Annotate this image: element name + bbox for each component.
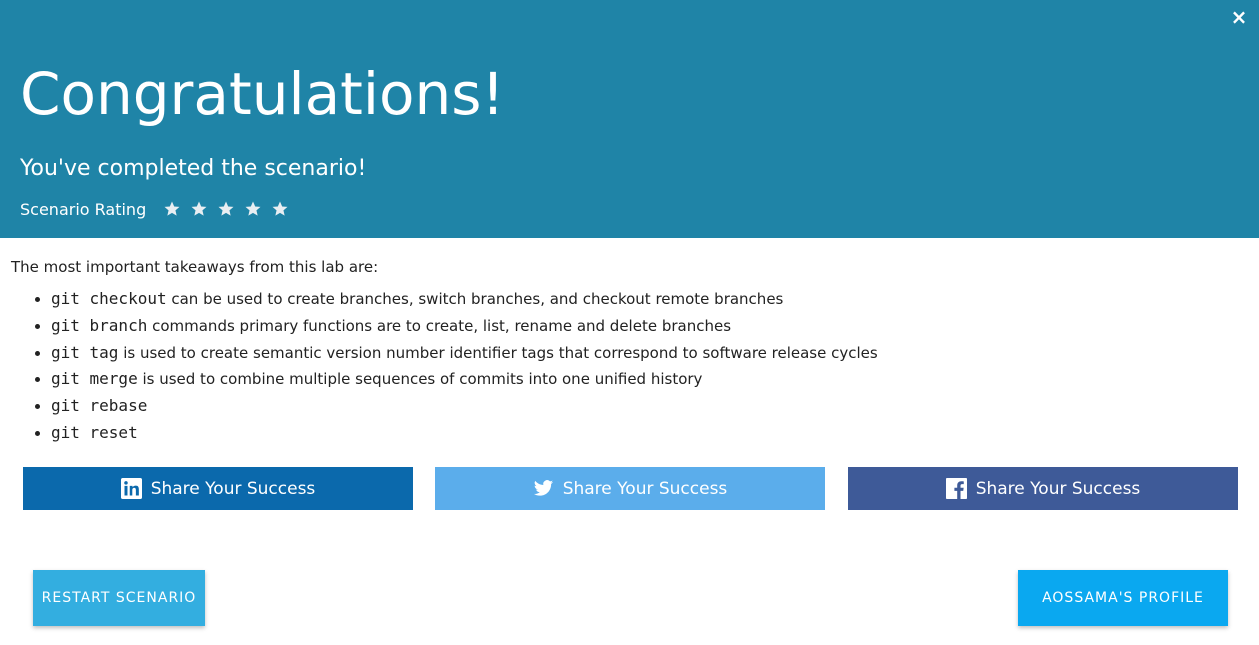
command-code: git merge: [51, 369, 138, 389]
facebook-icon: [945, 478, 967, 499]
list-item: git rebase: [51, 393, 1241, 420]
page-subtitle: You've completed the scenario!: [20, 156, 367, 181]
command-description: commands primary functions are to create…: [147, 316, 732, 335]
share-twitter-button[interactable]: Share Your Success: [435, 467, 825, 510]
command-description: is used to combine multiple sequences of…: [137, 370, 703, 389]
list-item: git checkout can be used to create branc…: [51, 286, 1241, 313]
share-facebook-button[interactable]: Share Your Success: [848, 467, 1238, 510]
share-label: Share Your Success: [562, 478, 728, 499]
command-description: is used to create semantic version numbe…: [118, 343, 878, 362]
command-code: git branch: [51, 315, 148, 335]
congratulations-header: × Congratulations! You've completed the …: [0, 0, 1259, 238]
list-item: git tag is used to create semantic versi…: [51, 340, 1241, 367]
restart-scenario-button[interactable]: Restart Scenario: [33, 570, 205, 626]
share-label: Share Your Success: [975, 478, 1141, 499]
takeaways-intro: The most important takeaways from this l…: [11, 258, 379, 276]
command-code: git reset: [51, 422, 138, 442]
close-icon[interactable]: ×: [1227, 4, 1251, 30]
takeaways-section: The most important takeaways from this l…: [11, 252, 1241, 447]
rating-label: Scenario Rating: [20, 199, 147, 219]
list-item: git merge is used to combine multiple se…: [51, 366, 1241, 393]
command-description: can be used to create branches, switch b…: [166, 290, 784, 308]
linkedin-icon: [120, 478, 142, 499]
share-label: Share Your Success: [150, 478, 316, 499]
profile-button[interactable]: aossama's profile: [1018, 570, 1228, 626]
star-icon[interactable]: [190, 200, 208, 218]
list-item: git branch commands primary functions ar…: [51, 313, 1241, 340]
star-icon[interactable]: [271, 200, 289, 218]
scenario-rating: Scenario Rating: [20, 196, 289, 222]
command-code: git tag: [51, 342, 119, 362]
star-icon[interactable]: [163, 200, 181, 218]
page-title: Congratulations!: [20, 60, 505, 128]
takeaways-list: git checkout can be used to create branc…: [11, 286, 1241, 447]
command-code: git rebase: [51, 396, 148, 416]
command-code: git checkout: [51, 289, 167, 308]
rating-stars: [154, 200, 289, 218]
twitter-icon: [533, 480, 553, 496]
star-icon[interactable]: [244, 200, 262, 218]
star-icon[interactable]: [217, 200, 235, 218]
share-linkedin-button[interactable]: Share Your Success: [23, 467, 413, 510]
list-item: git reset: [51, 420, 1241, 447]
